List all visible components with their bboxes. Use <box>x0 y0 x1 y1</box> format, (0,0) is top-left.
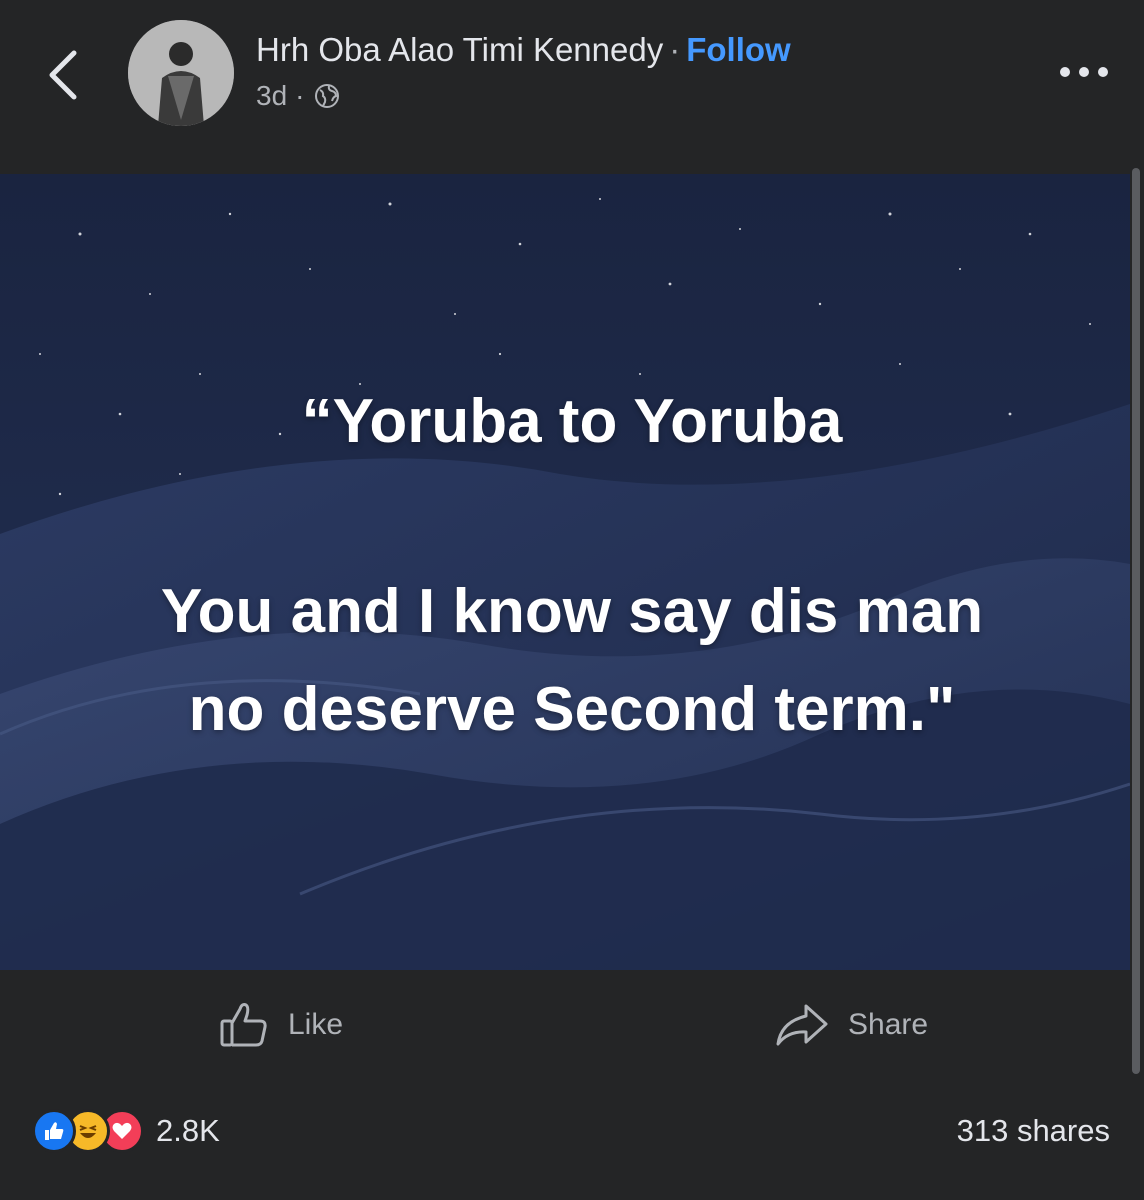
author-avatar[interactable] <box>128 20 234 126</box>
reaction-summary[interactable]: 2.8K <box>32 1109 220 1153</box>
post-quote: “Yoruba to Yoruba You and I know say dis… <box>0 174 1130 970</box>
share-label: Share <box>848 1008 929 1041</box>
scrollbar[interactable] <box>1132 168 1140 1074</box>
share-arrow-icon <box>774 1000 830 1050</box>
follow-button[interactable]: Follow <box>686 31 790 68</box>
quote-line: “Yoruba to Yoruba <box>301 387 843 456</box>
like-label: Like <box>288 1008 344 1041</box>
more-options-button[interactable] <box>1054 52 1114 92</box>
author-name[interactable]: Hrh Oba Alao Timi Kennedy <box>256 31 663 68</box>
back-button[interactable] <box>36 40 92 110</box>
post-detail-page: Hrh Oba Alao Timi Kennedy·Follow 3d · <box>0 0 1144 1200</box>
separator-dot: · <box>669 31 681 68</box>
post-actions: Like Share <box>0 975 1144 1075</box>
share-button[interactable]: Share <box>774 997 928 1053</box>
reaction-count: 2.8K <box>156 1113 220 1148</box>
post-time[interactable]: 3d <box>256 78 287 114</box>
quote-line: You and I know say dis man <box>160 577 984 646</box>
author-line: Hrh Oba Alao Timi Kennedy · Follow <box>256 30 791 70</box>
share-count[interactable]: 313 shares <box>957 1113 1110 1149</box>
like-button[interactable]: Like <box>218 997 343 1053</box>
thumbs-up-icon <box>218 999 270 1051</box>
post-header: Hrh Oba Alao Timi Kennedy · Follow 3d · <box>0 0 1144 170</box>
chevron-left-icon <box>49 50 77 100</box>
post-image[interactable]: “Yoruba to Yoruba You and I know say dis… <box>0 174 1130 970</box>
meta-separator: · <box>295 80 305 111</box>
post-meta: 3d · <box>256 78 340 114</box>
more-horizontal-icon <box>1060 67 1108 77</box>
post-stats: 2.8K 313 shares <box>0 1095 1144 1165</box>
like-reaction-icon <box>32 1109 76 1153</box>
quote-line: no deserve Second term." <box>188 675 956 744</box>
globe-icon <box>315 84 340 108</box>
avatar-image <box>128 20 234 126</box>
